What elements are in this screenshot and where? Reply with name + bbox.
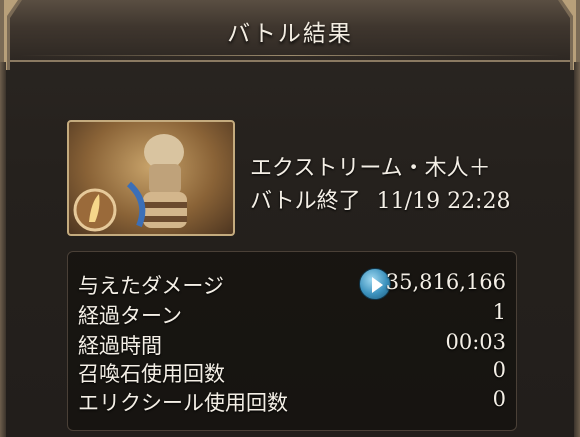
battle-timestamp: 11/19 22:28 (376, 189, 511, 214)
stat-value: 0 (492, 358, 506, 382)
training-dummy-image (73, 134, 187, 232)
stat-label: 与えたダメージ (78, 274, 224, 298)
quest-name: エクストリーム・木人＋ (250, 156, 491, 181)
frame-right-border (574, 62, 580, 437)
battle-result-window: バトル結果 エクストリーム・木人＋ バトル終了 11/19 22:28 与えたダメ… (0, 0, 580, 437)
quest-finish-line: バトル終了 11/19 22:28 (250, 183, 510, 215)
stat-row-damage: 与えたダメージ 35,816,166 (78, 268, 506, 300)
stat-label: 召喚石使用回数 (78, 362, 225, 386)
stat-label: 経過ターン (78, 304, 182, 328)
stat-value: 00:03 (445, 330, 506, 354)
stat-label: 経過時間 (78, 334, 162, 358)
stat-value: 1 (492, 300, 506, 324)
frame-corner-right-ornament (558, 0, 580, 70)
stat-value: 0 (492, 387, 506, 411)
stat-row-elapsed-time: 経過時間 00:03 (78, 330, 506, 358)
stat-label: エリクシール使用回数 (78, 391, 288, 415)
stats-panel: 与えたダメージ 35,816,166 経過ターン 1 経過時間 00:03 召喚… (67, 251, 517, 431)
title-bar: バトル結果 (0, 0, 580, 62)
quest-thumbnail (67, 120, 235, 236)
stat-row-elixir-uses: エリクシール使用回数 0 (78, 387, 506, 415)
stat-row-summon-uses: 召喚石使用回数 0 (78, 358, 506, 386)
stat-value: 35,816,166 (385, 270, 506, 294)
frame-left-border (0, 62, 6, 437)
stat-row-turns: 経過ターン 1 (78, 300, 506, 328)
battle-finished-label: バトル終了 (250, 189, 361, 214)
frame-corner-left-ornament (0, 0, 22, 70)
page-title: バトル結果 (227, 21, 353, 47)
